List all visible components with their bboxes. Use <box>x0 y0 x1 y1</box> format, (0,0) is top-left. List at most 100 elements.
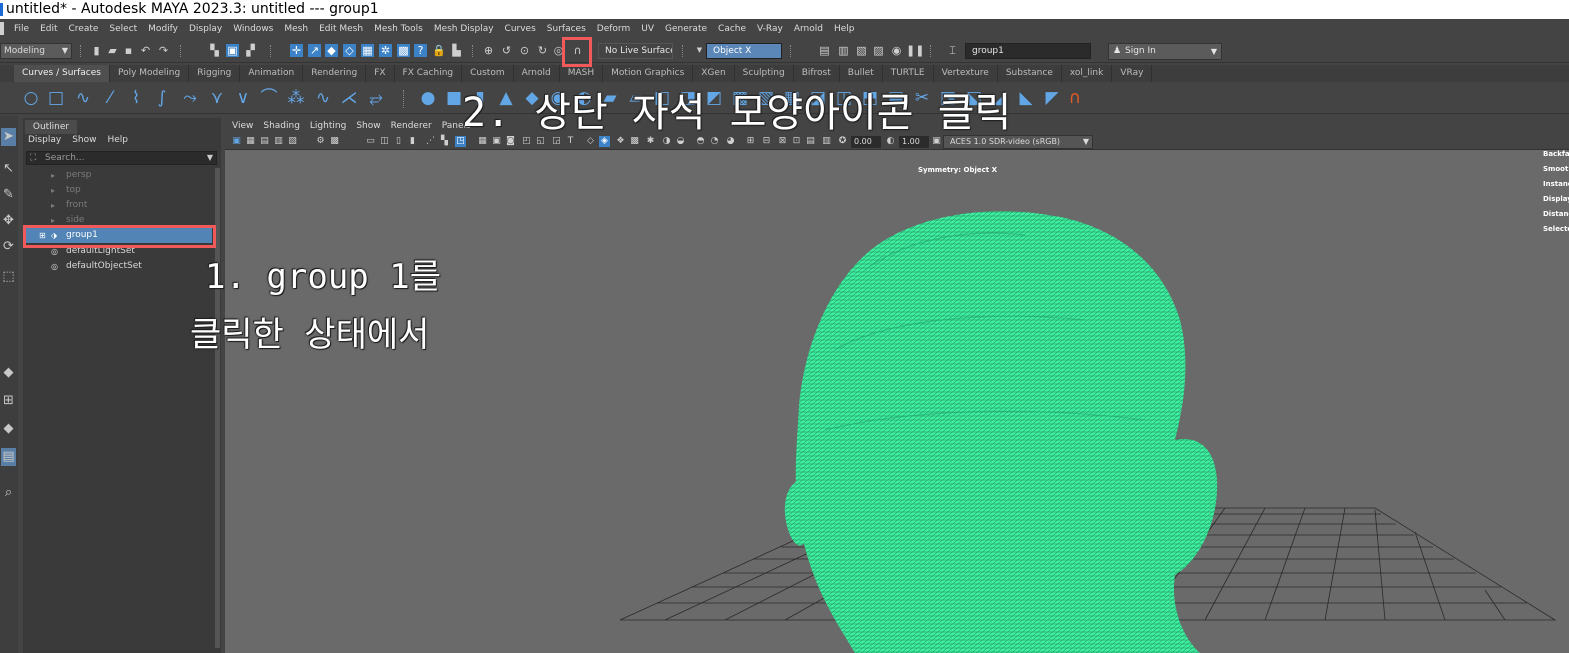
shelf-tab-sculpting[interactable]: Sculpting <box>735 65 794 82</box>
input-mode-icon[interactable]: ⌶ <box>946 44 959 57</box>
safe-title-icon[interactable]: ▚ <box>439 136 450 147</box>
outliner-item-default-object-set[interactable]: ◎ defaultObjectSet <box>26 259 212 274</box>
menu-curves[interactable]: Curves <box>505 24 536 34</box>
menu-generate[interactable]: Generate <box>665 24 707 34</box>
menu-help[interactable]: Help <box>834 24 855 34</box>
pause-icon[interactable]: ❚❚ <box>906 44 924 57</box>
menu-cache[interactable]: Cache <box>718 24 746 34</box>
select-component-icon[interactable]: ▞ <box>244 44 257 57</box>
grid-icon[interactable]: ▩ <box>329 136 340 147</box>
symmetry-dropdown[interactable]: Object X <box>706 43 782 59</box>
shelf-tab-xgen[interactable]: XGen <box>693 65 735 82</box>
viewport-menu-view[interactable]: View <box>232 118 253 134</box>
single-pane-layout-icon[interactable]: ◆ <box>1 364 16 382</box>
shelf-tab-motion-graphics[interactable]: Motion Graphics <box>603 65 694 82</box>
outliner-item-persp[interactable]: ▸ persp <box>26 168 212 183</box>
offset-curve-icon[interactable]: ∿ <box>313 88 333 108</box>
select-by-deformer-icon[interactable]: ▦ <box>361 44 374 57</box>
grease-pencil-icon[interactable]: ⚙ <box>315 136 326 147</box>
menu-mesh[interactable]: Mesh <box>284 24 308 34</box>
rebuild-curve-icon[interactable]: ⋌ <box>339 88 359 108</box>
shelf-tab-vertexture[interactable]: Vertexture <box>934 65 998 82</box>
magnet-shelf-icon[interactable]: ∩ <box>1065 88 1085 108</box>
viewport-menu-renderer[interactable]: Renderer <box>391 118 432 134</box>
safe-action-icon[interactable]: ⋰ <box>425 136 436 147</box>
viewport-menu-shading[interactable]: Shading <box>263 118 300 134</box>
rotate-tool-icon[interactable]: ⟳ <box>1 238 16 256</box>
camera-attributes-icon[interactable]: ▦ <box>245 136 256 147</box>
outliner-tab[interactable]: Outliner <box>25 120 77 134</box>
reverse-curve-icon[interactable]: ⥂ <box>366 88 386 108</box>
outliner-item-front[interactable]: ▸ front <box>26 198 212 213</box>
save-scene-icon[interactable]: ▪ <box>122 44 135 57</box>
detach-surfaces-icon[interactable]: ◣ <box>1016 88 1036 108</box>
shelf-tab-poly-modeling[interactable]: Poly Modeling <box>110 65 190 82</box>
render-frame-icon[interactable]: ▤ <box>818 44 831 57</box>
detach-curves-icon[interactable]: ∨ <box>233 88 253 108</box>
menu-display[interactable]: Display <box>189 24 222 34</box>
arc-curve-icon[interactable]: ⤳ <box>180 88 200 108</box>
new-scene-icon[interactable]: ▮ <box>90 44 103 57</box>
pencil-curve-icon[interactable]: ⌇ <box>126 88 146 108</box>
open-scene-icon[interactable]: ▰ <box>106 44 119 57</box>
menu-mesh-display[interactable]: Mesh Display <box>434 24 494 34</box>
field-chart-icon[interactable]: ▮ <box>407 136 418 147</box>
select-camera-icon[interactable]: ▣ <box>231 136 242 147</box>
select-by-surface-icon[interactable]: ◇ <box>343 44 356 57</box>
menu-file[interactable]: File <box>14 24 29 34</box>
shelf-tab-fx-caching[interactable]: FX Caching <box>395 65 463 82</box>
select-by-dynamics-icon[interactable]: ✲ <box>379 44 392 57</box>
shelf-tab-fx[interactable]: FX <box>366 65 395 82</box>
insert-knot-icon[interactable]: ⌒ <box>259 88 279 108</box>
menu-mesh-tools[interactable]: Mesh Tools <box>374 24 423 34</box>
shelf-tab-animation[interactable]: Animation <box>240 65 304 82</box>
shelf-tab-turtle[interactable]: TURTLE <box>883 65 934 82</box>
bookmarks-icon[interactable]: ▤ <box>259 136 270 147</box>
viewport-menu-lighting[interactable]: Lighting <box>310 118 346 134</box>
scale-tool-icon[interactable]: ⬚ <box>1 268 16 286</box>
menu-edit[interactable]: Edit <box>40 24 57 34</box>
nurbs-cube-icon[interactable]: ■ <box>444 88 464 108</box>
shelf-tab-arnold[interactable]: Arnold <box>514 65 560 82</box>
snap-to-view-plane-icon[interactable]: ↻ <box>536 44 549 57</box>
outliner-layout-icon[interactable]: ▤ <box>1 448 16 466</box>
snap-to-grid-icon[interactable]: ⊕ <box>482 44 495 57</box>
menu-windows[interactable]: Windows <box>233 24 273 34</box>
outliner-menu-help[interactable]: Help <box>107 135 128 145</box>
menu-surfaces[interactable]: Surfaces <box>547 24 586 34</box>
resolution-gate-icon[interactable]: ◫ <box>379 136 390 147</box>
gate-mask-icon[interactable]: ▯ <box>393 136 404 147</box>
outliner-search-input[interactable]: ⛶ Search... ▼ <box>26 151 217 165</box>
two-d-pan-icon[interactable]: ▧ <box>287 136 298 147</box>
select-by-joint-icon[interactable]: ↗ <box>308 44 321 57</box>
select-hierarchy-icon[interactable]: ▚ <box>208 44 221 57</box>
shelf-tab-custom[interactable]: Custom <box>462 65 514 82</box>
select-by-misc-icon[interactable]: ? <box>414 44 427 57</box>
menu-select[interactable]: Select <box>109 24 137 34</box>
menuset-dropdown[interactable]: Modeling ▼ <box>0 43 72 59</box>
bezier-curve-icon[interactable]: ∫ <box>152 88 172 108</box>
shelf-tab-vray[interactable]: VRay <box>1112 65 1153 82</box>
render-settings-icon[interactable]: ▨ <box>872 44 885 57</box>
select-tool-icon[interactable]: ➤ <box>1 128 16 146</box>
menu-uv[interactable]: UV <box>641 24 654 34</box>
snap-to-curve-icon[interactable]: ↺ <box>500 44 513 57</box>
shelf-tab-mash[interactable]: MASH <box>560 65 604 82</box>
snap-to-point-icon[interactable]: ⊙ <box>518 44 531 57</box>
select-object-icon[interactable]: ▣ <box>226 44 239 57</box>
viewport-menu-show[interactable]: Show <box>356 118 380 134</box>
ep-curve-icon[interactable]: ⁄ <box>100 88 120 108</box>
shelf-tab-substance[interactable]: Substance <box>998 65 1062 82</box>
menu-edit-mesh[interactable]: Edit Mesh <box>319 24 363 34</box>
shelf-tab-bullet[interactable]: Bullet <box>840 65 883 82</box>
lasso-tool-icon[interactable]: ↖ <box>1 160 16 178</box>
two-pane-layout-icon[interactable]: ◆ <box>1 420 16 438</box>
menu-create[interactable]: Create <box>69 24 99 34</box>
menu-modify[interactable]: Modify <box>148 24 178 34</box>
open-close-surface-icon[interactable]: ◤ <box>1042 88 1062 108</box>
nurbs-sphere-icon[interactable]: ● <box>418 88 438 108</box>
name-selection-field[interactable]: group1 <box>965 43 1091 59</box>
undo-icon[interactable]: ↶ <box>139 44 152 57</box>
lock-selection-icon[interactable]: 🔒 <box>432 44 446 57</box>
hypershade-icon[interactable]: ◉ <box>890 44 903 57</box>
